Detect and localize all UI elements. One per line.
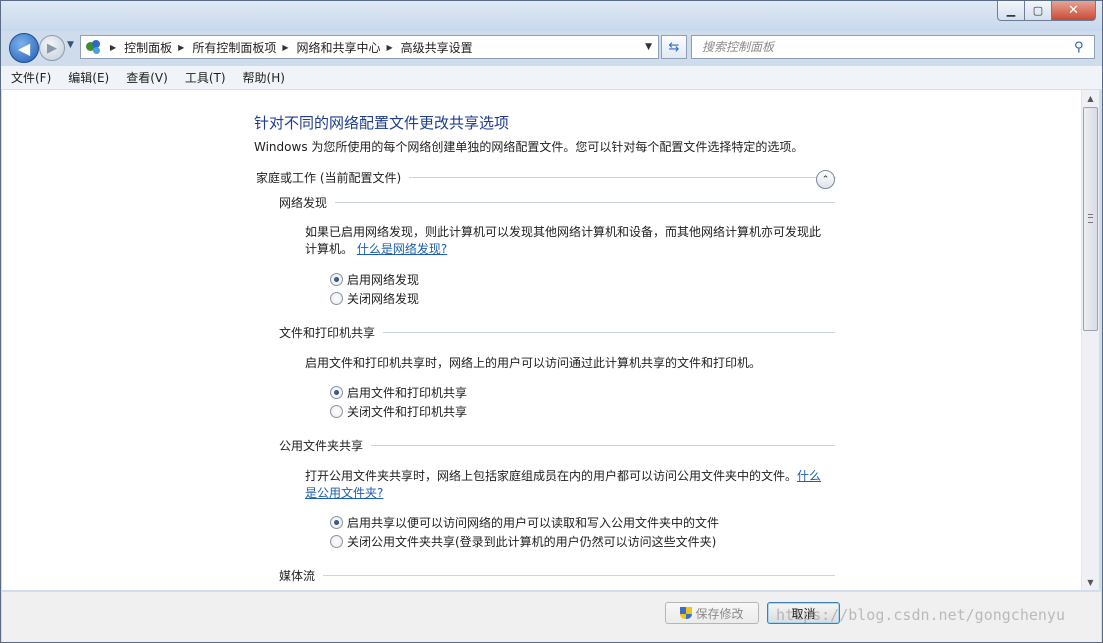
search-icon[interactable]: ⚲	[1074, 40, 1094, 55]
radio-button[interactable]	[330, 405, 343, 418]
radio-label[interactable]: 关闭文件和打印机共享	[347, 403, 467, 420]
section-header-file-printer-sharing: 文件和打印机共享	[279, 324, 835, 341]
breadcrumb-separator-icon[interactable]: ▶	[282, 43, 288, 52]
menu-file[interactable]: 文件(F)	[11, 69, 51, 86]
watermark: https://blog.csdn.net/gongchenyu	[776, 606, 1065, 624]
forward-button[interactable]: ▶	[39, 35, 65, 61]
collapse-profile-button[interactable]: ⌃	[816, 170, 835, 189]
page-description: Windows 为您所使用的每个网络创建单独的网络配置文件。您可以针对每个配置文…	[254, 140, 804, 154]
section-header-public-folder-sharing: 公用文件夹共享	[279, 437, 835, 454]
radio-option[interactable]: 启用网络发现	[330, 271, 419, 288]
breadcrumb-separator-icon[interactable]: ▶	[178, 43, 184, 52]
caption-buttons: ▁ ▢ ✕	[997, 1, 1096, 21]
maximize-button[interactable]: ▢	[1025, 1, 1052, 21]
radio-button-selected[interactable]	[330, 273, 343, 286]
search-box[interactable]: ⚲	[691, 35, 1095, 59]
breadcrumb-control-panel[interactable]: 控制面板	[124, 39, 172, 56]
back-arrow-icon: ◀	[17, 38, 31, 58]
explorer-window: ▁ ▢ ✕ ◀ ▶ ▼ ▶ 控制面板 ▶ 所有控制面板项 ▶ 网络和共享中心 ▶…	[0, 0, 1103, 643]
profile-header[interactable]: 家庭或工作 (当前配置文件)	[256, 169, 836, 186]
radio-label[interactable]: 启用文件和打印机共享	[347, 384, 467, 401]
scroll-up-icon[interactable]: ▲	[1082, 90, 1099, 106]
forward-arrow-icon: ▶	[47, 40, 57, 56]
breadcrumb-advanced-sharing[interactable]: 高级共享设置	[401, 39, 473, 56]
menu-edit[interactable]: 编辑(E)	[68, 69, 109, 86]
content-pane: 针对不同的网络配置文件更改共享选项 Windows 为您所使用的每个网络创建单独…	[2, 90, 1081, 590]
radio-button-selected[interactable]	[330, 386, 343, 399]
uac-shield-icon	[680, 606, 693, 620]
section-text: 启用文件和打印机共享时，网络上的用户可以访问通过此计算机共享的文件和打印机。	[305, 356, 762, 370]
page-title: 针对不同的网络配置文件更改共享选项	[254, 114, 510, 132]
refresh-button[interactable]: ⇆	[661, 35, 687, 59]
section-description: 启用文件和打印机共享时，网络上的用户可以访问通过此计算机共享的文件和打印机。	[305, 355, 825, 372]
section-header-media-streaming: 媒体流	[279, 567, 835, 584]
divider	[335, 202, 835, 203]
search-input[interactable]	[700, 39, 1074, 55]
radio-option[interactable]: 启用文件和打印机共享	[330, 384, 467, 401]
section-heading: 媒体流	[279, 569, 316, 583]
breadcrumb-network-sharing-center[interactable]: 网络和共享中心	[297, 39, 381, 56]
radio-option[interactable]: 关闭网络发现	[330, 290, 419, 307]
divider	[383, 332, 835, 333]
menu-help[interactable]: 帮助(H)	[243, 69, 285, 86]
refresh-icon: ⇆	[668, 39, 680, 55]
radio-button-selected[interactable]	[330, 516, 343, 529]
grip-icon	[1088, 214, 1093, 223]
help-link-network-discovery[interactable]: 什么是网络发现?	[357, 242, 447, 256]
minimize-icon: ▁	[1006, 4, 1016, 17]
address-dropdown-icon[interactable]: ▼	[645, 42, 652, 52]
close-icon: ✕	[1068, 3, 1079, 18]
scroll-down-icon[interactable]: ▼	[1082, 574, 1099, 590]
menu-bar: 文件(F) 编辑(E) 查看(V) 工具(T) 帮助(H)	[1, 66, 1102, 90]
recent-pages-dropdown-icon[interactable]: ▼	[67, 40, 74, 50]
address-bar[interactable]: ▶ 控制面板 ▶ 所有控制面板项 ▶ 网络和共享中心 ▶ 高级共享设置 ▼	[80, 35, 659, 59]
profile-label: 家庭或工作 (当前配置文件)	[256, 171, 402, 185]
menu-view[interactable]: 查看(V)	[126, 69, 168, 86]
radio-label[interactable]: 关闭公用文件夹共享(登录到此计算机的用户仍然可以访问这些文件夹)	[347, 533, 716, 550]
maximize-icon: ▢	[1032, 4, 1044, 17]
radio-option[interactable]: 关闭公用文件夹共享(登录到此计算机的用户仍然可以访问这些文件夹)	[330, 533, 716, 550]
divider	[371, 445, 835, 446]
title-bar: ▁ ▢ ✕	[1, 1, 1102, 31]
radio-label[interactable]: 启用共享以便可以访问网络的用户可以读取和写入公用文件夹中的文件	[347, 514, 719, 531]
back-button[interactable]: ◀	[9, 33, 39, 63]
close-button[interactable]: ✕	[1052, 1, 1096, 21]
radio-label[interactable]: 启用网络发现	[347, 271, 419, 288]
breadcrumb-separator-icon[interactable]: ▶	[387, 43, 393, 52]
navigation-bar: ◀ ▶ ▼ ▶ 控制面板 ▶ 所有控制面板项 ▶ 网络和共享中心 ▶ 高级共享设…	[1, 31, 1102, 64]
vertical-scrollbar[interactable]: ▲ ▼	[1081, 90, 1099, 590]
divider	[409, 177, 836, 178]
breadcrumb-all-items[interactable]: 所有控制面板项	[192, 39, 276, 56]
section-description: 如果已启用网络发现，则此计算机可以发现其他网络计算机和设备，而其他网络计算机亦可…	[305, 224, 825, 258]
scrollbar-thumb[interactable]	[1083, 107, 1098, 331]
menu-tools[interactable]: 工具(T)	[185, 69, 226, 86]
radio-label[interactable]: 关闭网络发现	[347, 290, 419, 307]
radio-option[interactable]: 启用共享以便可以访问网络的用户可以读取和写入公用文件夹中的文件	[330, 514, 719, 531]
network-center-icon	[84, 39, 104, 55]
section-header-network-discovery: 网络发现	[279, 194, 835, 211]
save-changes-button[interactable]: 保存修改	[665, 602, 759, 624]
radio-button[interactable]	[330, 292, 343, 305]
section-description: 打开公用文件夹共享时，网络上包括家庭组成员在内的用户都可以访问公用文件夹中的文件…	[305, 468, 825, 502]
radio-button[interactable]	[330, 535, 343, 548]
breadcrumb-separator-icon[interactable]: ▶	[110, 43, 116, 52]
section-heading: 公用文件夹共享	[279, 439, 364, 453]
section-heading: 网络发现	[279, 196, 328, 210]
section-heading: 文件和打印机共享	[279, 326, 376, 340]
minimize-button[interactable]: ▁	[997, 1, 1025, 21]
chevron-up-icon: ⌃	[821, 174, 830, 185]
section-text: 打开公用文件夹共享时，网络上包括家庭组成员在内的用户都可以访问公用文件夹中的文件…	[305, 469, 798, 483]
divider	[323, 575, 835, 576]
help-link-public-folder[interactable]: 什么	[797, 469, 821, 483]
save-changes-label: 保存修改	[695, 606, 744, 621]
help-link-public-folder[interactable]: 是公用文件夹?	[305, 486, 383, 500]
radio-option[interactable]: 关闭文件和打印机共享	[330, 403, 467, 420]
